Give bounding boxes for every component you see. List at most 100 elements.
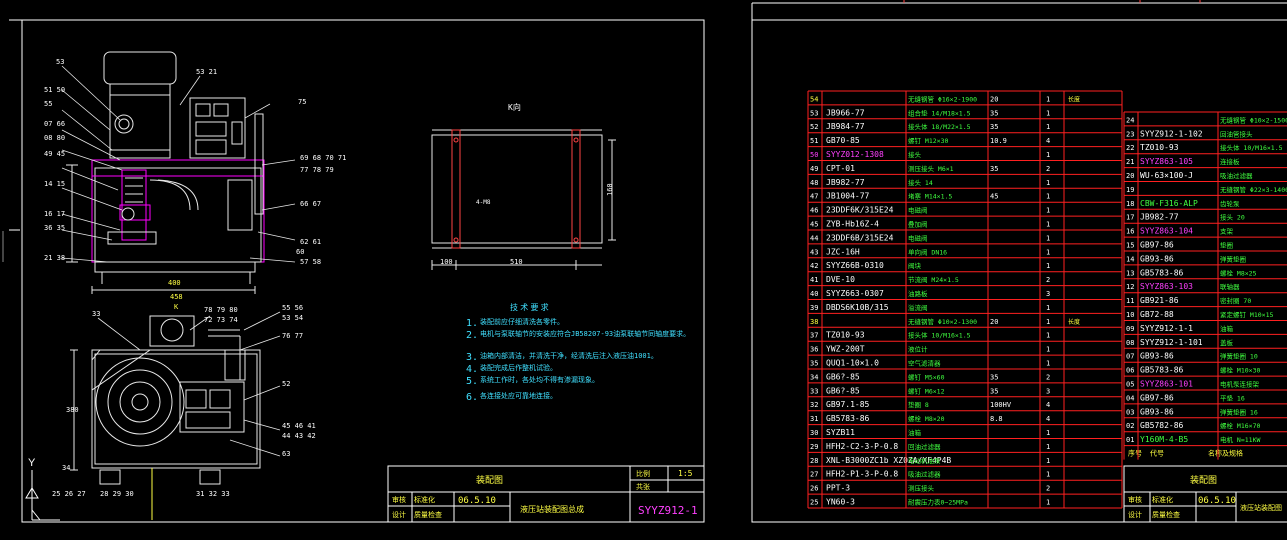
bom-right-no: 04	[1126, 394, 1134, 402]
bom-left-no: 30	[810, 429, 818, 437]
left-title-date: 06.5.10	[458, 496, 496, 506]
bom-right-code: SYYZ912-1-101	[1140, 338, 1203, 347]
svg-text:14 15: 14 15	[44, 180, 65, 188]
bom-right-name: 弹簧垫圈 10	[1220, 352, 1258, 361]
svg-text:69 68 70 71: 69 68 70 71	[300, 154, 346, 162]
note-3-text: 油箱内部清洁，并清洗干净，经清洗后注入液压油1001。	[480, 351, 658, 360]
bom-left-code: PPT-3	[826, 484, 850, 493]
bom-left-count: 3	[1046, 290, 1050, 298]
bom-right-name: 油箱	[1220, 324, 1234, 333]
svg-text:62 61: 62 61	[300, 238, 321, 246]
bom-left-name: 堵塞 M14×1.5	[908, 192, 952, 201]
bom-left-name: 叠加阀	[908, 220, 928, 229]
bom-left-count: 2	[1046, 276, 1050, 284]
bom-left-name: 螺钉 M5×60	[908, 372, 945, 381]
bom-right-code: GB93-86	[1140, 254, 1174, 263]
bom-left-name: 螺栓 M8×20	[908, 414, 945, 423]
svg-text:57 58: 57 58	[300, 258, 321, 266]
bom-left-name: 接头体 18/M22×1.5	[908, 122, 971, 131]
svg-text:60: 60	[296, 248, 304, 256]
bom-right-code: SYYZ912-1-102	[1140, 129, 1203, 138]
svg-text:33: 33	[92, 310, 100, 318]
note-6-num: 6.	[466, 392, 478, 403]
bom-right-no: 23	[1126, 130, 1134, 138]
bom-left-name: 接头	[908, 150, 922, 159]
bom-right-code: JB982-77	[1140, 213, 1179, 222]
bom-right-no: 09	[1126, 325, 1134, 333]
bom-right-no: 06	[1126, 367, 1134, 375]
bom-left-code: CPT-01	[826, 164, 855, 173]
bom-right-name: 盖板	[1220, 338, 1234, 347]
bom-right-code: GB93-86	[1140, 352, 1174, 361]
left-title-scale: 1:5	[678, 469, 693, 478]
bom-right-name: 无缝钢管 Φ10×2-1500	[1220, 115, 1287, 124]
k-view-dim-160: 160	[606, 183, 614, 196]
bom-left-no: 42	[810, 262, 818, 270]
bom-right-name: 螺栓 M8×25	[1220, 268, 1257, 277]
svg-text:53: 53	[56, 58, 64, 66]
bom-right-code: TZ010-93	[1140, 143, 1179, 152]
ucs-y-label: Y	[28, 457, 36, 469]
note-3-num: 3.	[466, 352, 478, 363]
bom-left-no: 51	[810, 137, 818, 145]
bom-right-code: GB921-86	[1140, 296, 1179, 305]
bom-left-name: 液位计	[908, 345, 928, 354]
bom-left-qty: 35	[990, 123, 998, 131]
svg-text:比例: 比例	[636, 469, 650, 478]
bom-left-count: 1	[1046, 123, 1050, 131]
bom-right-code: SYYZ863-103	[1140, 282, 1193, 291]
bom-left-count: 4	[1046, 415, 1050, 423]
note-2-num: 2.	[466, 330, 478, 341]
bom-right-name: 弹簧垫圈 16	[1220, 407, 1258, 416]
svg-text:77 78 79: 77 78 79	[300, 166, 334, 174]
bom-left-count: 1	[1046, 360, 1050, 368]
svg-text:审核: 审核	[1128, 495, 1142, 504]
bom-left-note: 长度	[1068, 318, 1080, 326]
bom-left-qty: 20	[990, 95, 998, 103]
bom-right-no: 01	[1126, 436, 1134, 444]
bom-right-name: 吸油过滤器	[1220, 171, 1253, 180]
bom-left-name: 单向阀 DN16	[908, 247, 947, 256]
bom-left-count: 1	[1046, 318, 1050, 326]
bom-left-qty: 35	[990, 165, 998, 173]
bom-left-count: 2	[1046, 165, 1050, 173]
bom-left-name: 测压接头	[908, 484, 935, 493]
cad-drawing-canvas[interactable]: 400 458 K 53 51 50 55 07 66 08 80 49 45 …	[0, 0, 1287, 540]
bom-left-count: 1	[1046, 429, 1050, 437]
bom-left-no: 48	[810, 179, 818, 187]
bom-left-no: 39	[810, 304, 818, 312]
bom-left-no: 54	[810, 95, 818, 103]
bom-left-name: 油箱	[908, 428, 922, 437]
bom-left-name: 测压接头 M6×1	[908, 164, 954, 173]
bom-right-no: 21	[1126, 158, 1134, 166]
svg-text:400: 400	[168, 279, 181, 287]
bom-left-note: 长度	[1068, 95, 1080, 103]
bom-right-name: 联轴器	[1220, 282, 1240, 291]
bom-right-no: 15	[1126, 242, 1134, 250]
bom-right-no: 10	[1126, 311, 1134, 319]
k-view-label: K向	[508, 102, 521, 112]
bom-right-code: SYYZ863-104	[1140, 227, 1193, 236]
bom-left-no: 37	[810, 332, 818, 340]
bom-left-count: 4	[1046, 137, 1050, 145]
bom-left-no: 47	[810, 193, 818, 201]
svg-text:44 43 42: 44 43 42	[282, 432, 316, 440]
k-view-dim-510: 510	[510, 258, 523, 266]
k-view-dim-100: 100	[440, 258, 453, 266]
bom-right-code: GB93-86	[1140, 407, 1174, 416]
note-1-num: 1.	[466, 318, 478, 329]
svg-text:设计: 设计	[392, 510, 406, 519]
bom-right-name: 弹簧垫圈	[1220, 254, 1246, 263]
svg-text:45 46 41: 45 46 41	[282, 422, 316, 430]
note-4-text: 装配完成后作整机试验。	[480, 363, 557, 372]
bom-right-header-cell: 代号	[1150, 449, 1164, 458]
bom-left-qty: 35	[990, 387, 998, 395]
bom-right-no: 20	[1126, 172, 1134, 180]
bom-left-count: 1	[1046, 443, 1050, 451]
left-title-desc: 液压站装配图总成	[520, 504, 584, 514]
bom-left-count: 1	[1046, 109, 1050, 117]
bom-right-code: GB5783-86	[1140, 268, 1184, 277]
svg-text:66 67: 66 67	[300, 200, 321, 208]
bom-right-code: SYYZ863-101	[1140, 380, 1193, 389]
bom-left-code: GB6?-85	[826, 386, 860, 395]
